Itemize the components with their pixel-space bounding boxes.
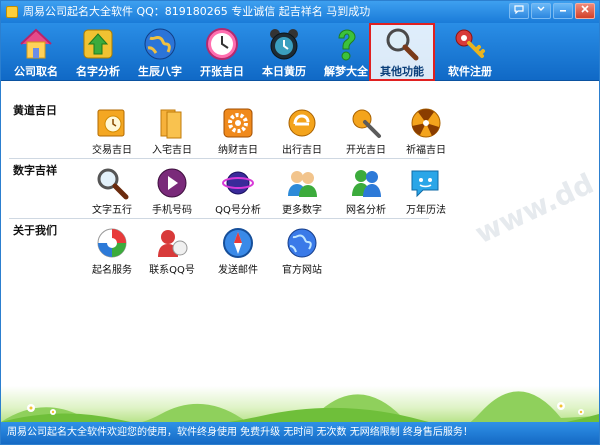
clock-icon <box>206 28 238 60</box>
house-icon <box>20 28 52 59</box>
contact-icon <box>158 230 188 257</box>
item-qq-analysis[interactable]: QQ号分析 <box>209 166 267 217</box>
window-controls <box>509 3 595 19</box>
tool-birth-bazi[interactable]: 生辰八字 <box>129 25 191 79</box>
globe-icon <box>144 28 176 60</box>
section-divider <box>9 158 429 159</box>
ie-icon <box>288 109 316 137</box>
magnifier-icon <box>386 28 419 61</box>
alarm-clock-icon <box>270 29 298 60</box>
item-official-website[interactable]: 官方网站 <box>273 226 331 277</box>
close-icon[interactable] <box>575 3 595 19</box>
section-title-lucky-days: 黄道吉日 <box>13 104 57 117</box>
tools-icon <box>352 109 381 138</box>
radiation-icon <box>411 108 441 138</box>
section-title-about-us: 关于我们 <box>13 224 57 237</box>
item-phone-number[interactable]: 手机号码 <box>143 166 201 217</box>
item-perpetual-calendar[interactable]: 万年历法 <box>397 166 455 217</box>
status-bar: 周易公司起名大全软件欢迎您的使用，软件终身使用 免费升级 无时间 无次数 无网络… <box>1 422 599 444</box>
main-content: www.dd 黄道吉日 交易吉日 入宅吉日 纳财吉日 出行吉日 开光吉日 祈福吉… <box>1 82 599 422</box>
item-wealth-day[interactable]: 纳财吉日 <box>209 106 267 157</box>
item-blessing-day[interactable]: 祈福吉日 <box>397 106 455 157</box>
orbit-icon <box>222 171 254 195</box>
chat-icon[interactable] <box>509 3 529 19</box>
window-title: 周易公司起名大全软件 QQ：819180265 专业诚信 起吉祥名 马到成功 <box>23 5 371 18</box>
item-naming-service[interactable]: 起名服务 <box>83 226 141 277</box>
tool-dream-interpret[interactable]: 解梦大全 <box>315 25 377 79</box>
title-bar[interactable]: 周易公司起名大全软件 QQ：819180265 专业诚信 起吉祥名 马到成功 <box>1 1 599 23</box>
tool-other-functions[interactable]: 其他功能 <box>369 23 435 81</box>
gear-icon <box>223 108 253 138</box>
flower-decoration-icon <box>1 391 599 436</box>
main-toolbar: 公司取名 名字分析 生辰八字 开张吉日 本日黄历 解梦大全 其他功能 软件注册 <box>1 23 599 81</box>
phone-ball-icon <box>157 168 187 198</box>
watermark: www.dd <box>469 166 599 251</box>
app-window: 周易公司起名大全软件 QQ：819180265 专业诚信 起吉祥名 马到成功 公… <box>0 0 600 445</box>
item-travel-day[interactable]: 出行吉日 <box>273 106 331 157</box>
messenger-icon <box>352 170 381 197</box>
status-text: 周易公司起名大全软件欢迎您的使用，软件终身使用 免费升级 无时间 无次数 无网络… <box>7 427 473 438</box>
item-nickname-analysis[interactable]: 网名分析 <box>337 166 395 217</box>
item-text-five-elements[interactable]: 文字五行 <box>83 166 141 217</box>
decorative-grass-footer <box>1 386 599 436</box>
item-send-email[interactable]: 发送邮件 <box>209 226 267 277</box>
key-icon <box>455 29 485 58</box>
tool-company-naming[interactable]: 公司取名 <box>5 25 67 79</box>
web-globe-icon <box>287 228 317 258</box>
section-divider <box>9 218 429 219</box>
chat-face-icon <box>411 170 439 198</box>
compass-icon <box>223 228 253 258</box>
item-move-in-day[interactable]: 入宅吉日 <box>143 106 201 157</box>
calendar-icon <box>97 109 125 137</box>
magnifier-icon <box>97 168 129 200</box>
tool-name-analysis[interactable]: 名字分析 <box>67 25 129 79</box>
folder-icon <box>160 109 182 139</box>
question-icon <box>338 29 356 61</box>
menu-icon[interactable] <box>531 3 551 19</box>
item-contact-qq[interactable]: 联系QQ号 <box>143 226 201 277</box>
item-more-numbers[interactable]: 更多数字 <box>273 166 331 217</box>
tool-today-almanac[interactable]: 本日黄历 <box>253 25 315 79</box>
item-consecration-day[interactable]: 开光吉日 <box>337 106 395 157</box>
section-title-lucky-numbers: 数字吉祥 <box>13 164 57 177</box>
media-icon <box>97 228 127 258</box>
app-logo-icon <box>6 6 18 18</box>
users-icon <box>288 171 317 197</box>
minimize-icon[interactable] <box>553 3 573 19</box>
tool-software-register[interactable]: 软件注册 <box>439 25 501 79</box>
arrow-up-icon <box>83 29 113 59</box>
tool-opening-date[interactable]: 开张吉日 <box>191 25 253 79</box>
item-trade-day[interactable]: 交易吉日 <box>83 106 141 157</box>
